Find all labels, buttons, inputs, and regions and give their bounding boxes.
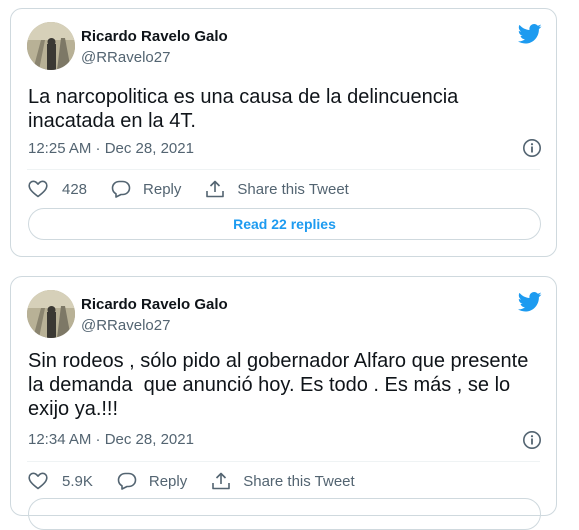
reply-label: Reply: [148, 472, 188, 490]
twitter-bird-icon[interactable]: [517, 292, 542, 312]
tweet-timestamp[interactable]: 12:34 AM · Dec 28, 2021: [28, 431, 194, 448]
tweet-timestamp[interactable]: 12:25 AM · Dec 28, 2021: [28, 140, 194, 157]
reply-button[interactable]: Reply: [111, 180, 181, 198]
tweet-actions: 428 Reply Share this Tweet: [28, 178, 540, 200]
author-name[interactable]: Ricardo Ravelo Galo: [81, 296, 228, 313]
divider: [27, 169, 540, 170]
like-button[interactable]: 428: [28, 180, 87, 198]
info-icon[interactable]: [522, 138, 542, 158]
like-count: 5.9K: [62, 472, 93, 490]
like-button[interactable]: 5.9K: [28, 472, 93, 490]
share-button[interactable]: Share this Tweet: [205, 180, 349, 198]
info-icon[interactable]: [522, 430, 542, 450]
author-handle[interactable]: @RRavelo27: [81, 317, 170, 334]
reply-button[interactable]: Reply: [117, 472, 187, 490]
tweet-card[interactable]: Ricardo Ravelo Galo @RRavelo27 La narcop…: [10, 8, 557, 257]
share-label: Share this Tweet: [237, 180, 349, 198]
author-name[interactable]: Ricardo Ravelo Galo: [81, 28, 228, 45]
tweet-actions: 5.9K Reply Share this Tweet: [28, 470, 540, 492]
author-handle[interactable]: @RRavelo27: [81, 49, 170, 66]
heart-icon: [28, 180, 48, 198]
reply-label: Reply: [143, 180, 182, 198]
share-label: Share this Tweet: [243, 472, 355, 490]
share-upload-icon: [206, 180, 225, 198]
speech-bubble-icon: [111, 180, 131, 198]
speech-bubble-icon: [117, 472, 137, 490]
avatar[interactable]: [27, 290, 75, 338]
avatar[interactable]: [27, 22, 75, 70]
share-button[interactable]: Share this Tweet: [211, 472, 355, 490]
like-count: 428: [62, 180, 88, 198]
tweet-text: Sin rodeos , sólo pido al gobernador Alf…: [28, 350, 534, 420]
share-upload-icon: [212, 472, 231, 490]
tweet-text: La narcopolitica es una causa de la deli…: [28, 86, 464, 132]
divider: [27, 461, 540, 462]
tweet-card[interactable]: Ricardo Ravelo Galo @RRavelo27 Sin rodeo…: [10, 276, 557, 530]
twitter-bird-icon[interactable]: [517, 24, 542, 44]
read-replies-button[interactable]: [28, 498, 541, 530]
heart-icon: [28, 472, 48, 490]
read-replies-button[interactable]: Read 22 replies: [28, 208, 541, 240]
